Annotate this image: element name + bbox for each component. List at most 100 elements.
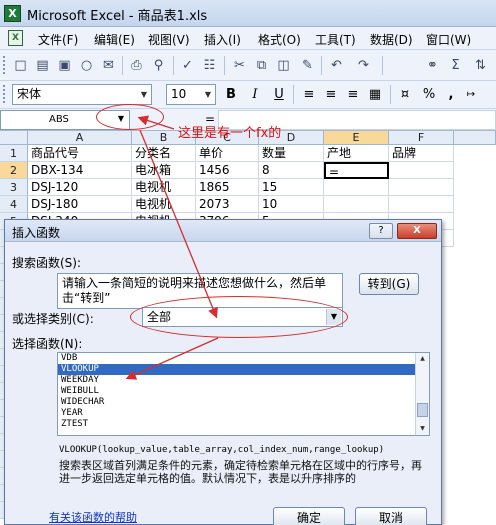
- cell-c3[interactable]: 1865: [196, 179, 259, 196]
- function-item-vlookup[interactable]: VLOOKUP: [58, 364, 429, 375]
- column-header-a[interactable]: A: [28, 131, 132, 145]
- menu-data[interactable]: 数据(D): [370, 31, 413, 48]
- comma-button[interactable]: ,: [442, 86, 460, 104]
- select-all-corner[interactable]: [0, 131, 28, 145]
- row-header-4[interactable]: 4: [0, 196, 28, 213]
- column-header-blank[interactable]: [454, 131, 496, 145]
- scroll-up-icon[interactable]: ▲: [416, 353, 429, 365]
- menu-tools[interactable]: 工具(T): [315, 31, 356, 48]
- cut-icon[interactable]: ✂: [231, 57, 248, 74]
- cell-a2[interactable]: DBX-134: [28, 162, 132, 179]
- cancel-button[interactable]: 取消: [355, 507, 427, 525]
- menu-window[interactable]: 窗口(W): [426, 31, 471, 48]
- help-question-icon[interactable]: ?: [369, 223, 393, 239]
- function-help-link[interactable]: 有关该函数的帮助: [49, 509, 137, 525]
- cell-f2[interactable]: [389, 162, 454, 179]
- toolbar-separator: [173, 56, 174, 75]
- underline-button[interactable]: U: [270, 86, 288, 104]
- copy-icon[interactable]: ⧉: [253, 57, 270, 74]
- document-icon[interactable]: X: [8, 30, 23, 46]
- currency-icon[interactable]: ¤: [396, 86, 414, 104]
- cell-b4[interactable]: 电视机: [132, 196, 196, 213]
- function-item-year[interactable]: YEAR: [58, 408, 429, 419]
- go-button[interactable]: 转到(G): [359, 273, 419, 295]
- ok-button[interactable]: 确定: [273, 507, 345, 525]
- open-folder-icon[interactable]: ▤: [34, 57, 51, 74]
- italic-button[interactable]: I: [246, 86, 264, 104]
- spelling-icon[interactable]: ✓: [179, 57, 196, 74]
- menu-file[interactable]: 文件(F): [38, 31, 78, 48]
- email-icon[interactable]: ✉: [100, 57, 117, 74]
- redo-icon[interactable]: ↷: [355, 57, 372, 74]
- cell-a1[interactable]: 商品代号: [28, 145, 132, 162]
- cell-e2[interactable]: =: [324, 162, 389, 179]
- row-header-3[interactable]: 3: [0, 179, 28, 196]
- toolbar-grip[interactable]: [3, 85, 6, 103]
- chevron-down-icon[interactable]: ▼: [201, 85, 215, 104]
- print-icon[interactable]: ⎙: [128, 57, 145, 74]
- cell-e1[interactable]: 产地: [324, 145, 389, 162]
- row-header-2[interactable]: 2: [0, 162, 28, 179]
- cell-b1[interactable]: 分类名: [132, 145, 196, 162]
- font-name-select[interactable]: 宋体 ▼: [12, 84, 152, 105]
- paste-icon[interactable]: ◫: [275, 57, 292, 74]
- cell-f3[interactable]: [389, 179, 454, 196]
- function-item-vdb[interactable]: VDB: [58, 353, 429, 364]
- align-right-icon[interactable]: ≡: [344, 86, 362, 104]
- merge-center-icon[interactable]: ▦: [366, 86, 384, 104]
- cell-a4[interactable]: DSJ-180: [28, 196, 132, 213]
- toolbar-grip[interactable]: [3, 56, 6, 74]
- cell-f4[interactable]: [389, 196, 454, 213]
- menu-edit[interactable]: 编辑(E): [94, 31, 135, 48]
- cell-e4[interactable]: [324, 196, 389, 213]
- print-preview-icon[interactable]: ⚲: [150, 57, 167, 74]
- save-icon[interactable]: ▣: [56, 57, 73, 74]
- close-icon[interactable]: X: [397, 223, 437, 239]
- function-item-widechar[interactable]: WIDECHAR: [58, 397, 429, 408]
- cell-c4[interactable]: 2073: [196, 196, 259, 213]
- menu-insert[interactable]: 插入(I): [204, 31, 241, 48]
- increase-decimal-icon[interactable]: ↦: [462, 86, 480, 104]
- dialog-title-bar[interactable]: 插入函数 ? X: [5, 220, 441, 242]
- font-size-select[interactable]: 10 ▼: [166, 84, 216, 105]
- new-file-icon[interactable]: □: [12, 57, 29, 74]
- bold-button[interactable]: B: [222, 86, 240, 104]
- permission-icon[interactable]: ○: [78, 57, 95, 74]
- research-icon[interactable]: ☷: [201, 57, 218, 74]
- cell-d4[interactable]: 10: [259, 196, 324, 213]
- menu-view[interactable]: 视图(V): [148, 31, 190, 48]
- align-center-icon[interactable]: ≡: [322, 86, 340, 104]
- chevron-down-icon[interactable]: ▼: [137, 85, 151, 104]
- sort-icon[interactable]: ⇅: [472, 57, 489, 74]
- menu-format[interactable]: 格式(O): [258, 31, 301, 48]
- cell-c2[interactable]: 1456: [196, 162, 259, 179]
- align-left-icon[interactable]: ≡: [300, 86, 318, 104]
- autosum-icon[interactable]: Σ: [447, 57, 464, 74]
- format-painter-icon[interactable]: ✎: [299, 57, 316, 74]
- cell-d2[interactable]: 8: [259, 162, 324, 179]
- row-header-1[interactable]: 1: [0, 145, 28, 162]
- toolbar-separator: [224, 56, 225, 75]
- column-header-e[interactable]: E: [324, 131, 389, 145]
- column-header-f[interactable]: F: [389, 131, 454, 145]
- excel-app-icon[interactable]: X: [4, 5, 21, 22]
- cell-d1[interactable]: 数量: [259, 145, 324, 162]
- scroll-down-icon[interactable]: ▼: [416, 423, 429, 435]
- percent-button[interactable]: %: [420, 86, 438, 104]
- cell-c1[interactable]: 单价: [196, 145, 259, 162]
- cell-e3[interactable]: [324, 179, 389, 196]
- function-item-weekday[interactable]: WEEKDAY: [58, 375, 429, 386]
- cell-b2[interactable]: 电冰箱: [132, 162, 196, 179]
- scroll-thumb[interactable]: [417, 403, 428, 417]
- cell-a3[interactable]: DSJ-120: [28, 179, 132, 196]
- cell-b3[interactable]: 电视机: [132, 179, 196, 196]
- undo-icon[interactable]: ↶: [328, 57, 345, 74]
- name-box-value: ABS: [49, 114, 69, 125]
- hyperlink-icon[interactable]: ⚭: [424, 57, 441, 74]
- cell-d3[interactable]: 15: [259, 179, 324, 196]
- function-item-weibull[interactable]: WEIBULL: [58, 386, 429, 397]
- function-list-scrollbar[interactable]: ▲ ▼: [415, 353, 429, 435]
- function-list[interactable]: VDB VLOOKUP WEEKDAY WEIBULL WIDECHAR YEA…: [57, 352, 430, 436]
- cell-f1[interactable]: 品牌: [389, 145, 454, 162]
- function-item-ztest[interactable]: ZTEST: [58, 419, 429, 430]
